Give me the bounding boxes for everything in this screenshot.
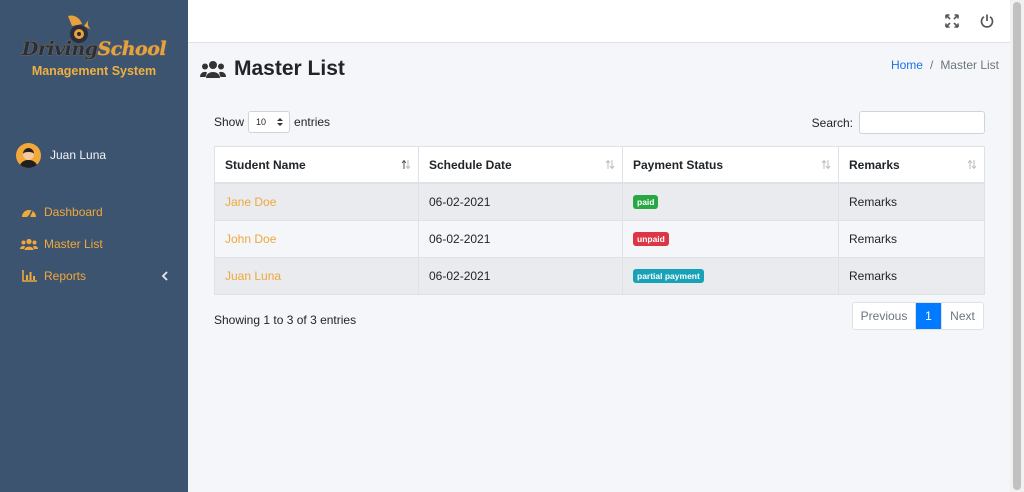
column-header-label: Payment Status [633, 157, 724, 172]
brand-logo-block[interactable]: DrivingSchool Management System [0, 8, 188, 88]
breadcrumb: Home / Master List [891, 58, 999, 72]
sort-icon [821, 159, 831, 170]
breadcrumb-current: Master List [940, 58, 999, 72]
column-header-payment-status[interactable]: Payment Status [622, 147, 838, 182]
next-page-button[interactable]: Next [941, 303, 983, 329]
schedule-date-cell: 06-02-2021 [418, 221, 622, 257]
sidebar-item-label: Dashboard [44, 205, 103, 219]
student-name-link[interactable]: Juan Luna [225, 269, 281, 283]
users-icon [200, 61, 226, 78]
user-panel[interactable]: Juan Luna [16, 142, 106, 168]
master-list-table: Student Name Schedule Date Payment Statu… [214, 146, 985, 295]
user-name: Juan Luna [50, 148, 107, 162]
entries-select-value: 10 [256, 117, 267, 127]
sidebar-item-label: Reports [44, 269, 87, 283]
page-title-text: Master List [234, 57, 345, 80]
fullscreen-icon[interactable] [944, 13, 960, 29]
brand-subtitle: Management System [31, 64, 157, 78]
entries-length-control: Show 10 entries [214, 111, 330, 133]
sidebar-item-reports[interactable]: Reports [0, 260, 188, 292]
column-header-student-name[interactable]: Student Name [214, 147, 418, 182]
top-navbar [188, 0, 1010, 43]
scrollbar-thumb[interactable] [1013, 2, 1021, 490]
table-info: Showing 1 to 3 of 3 entries [214, 313, 357, 327]
sidebar: DrivingSchool Management System Juan Lun… [0, 0, 188, 492]
sort-icon [605, 159, 615, 170]
breadcrumb-home-link[interactable]: Home [891, 58, 923, 72]
column-header-label: Schedule Date [429, 157, 512, 172]
status-badge: paid [633, 195, 659, 209]
show-label: Show [214, 115, 245, 129]
student-name-cell: Juan Luna [214, 258, 418, 294]
column-header-label: Remarks [849, 157, 900, 172]
sidebar-nav: Dashboard Master List Reports [0, 196, 188, 292]
page-title: Master List [200, 54, 345, 84]
schedule-date-cell: 06-02-2021 [418, 258, 622, 294]
chevron-left-icon [161, 271, 168, 281]
sidebar-item-label: Master List [44, 237, 103, 251]
table-row: Juan Luna 06-02-2021 partial payment Rem… [214, 258, 985, 295]
student-name-link[interactable]: John Doe [225, 232, 276, 246]
entries-label: entries [294, 115, 331, 129]
column-header-remarks[interactable]: Remarks [838, 147, 985, 182]
search-input[interactable] [859, 111, 985, 134]
table-row: John Doe 06-02-2021 unpaid Remarks [214, 221, 985, 258]
student-name-link[interactable]: Jane Doe [225, 195, 276, 209]
scrollbar[interactable] [1010, 0, 1024, 492]
sidebar-item-master-list[interactable]: Master List [0, 228, 188, 260]
previous-page-button[interactable]: Previous [853, 303, 916, 329]
table-row: Jane Doe 06-02-2021 paid Remarks [214, 184, 985, 221]
chart-icon [20, 269, 38, 283]
users-icon [20, 237, 38, 251]
student-name-cell: Jane Doe [214, 184, 418, 220]
sort-icon [401, 159, 411, 170]
avatar [16, 142, 41, 168]
entries-select[interactable]: 10 [248, 111, 291, 133]
brand-title: DrivingSchool [21, 38, 167, 60]
search-label: Search: [811, 115, 853, 130]
select-arrows-icon [277, 118, 284, 126]
student-name-cell: John Doe [214, 221, 418, 257]
column-header-schedule-date[interactable]: Schedule Date [418, 147, 622, 182]
remarks-cell: Remarks [838, 258, 985, 294]
breadcrumb-separator: / [929, 58, 934, 72]
payment-status-cell: unpaid [622, 221, 838, 257]
remarks-cell: Remarks [838, 221, 985, 257]
page-1-button[interactable]: 1 [916, 303, 941, 329]
remarks-cell: Remarks [838, 184, 985, 220]
payment-status-cell: paid [622, 184, 838, 220]
sidebar-item-dashboard[interactable]: Dashboard [0, 196, 188, 228]
search-control: Search: [812, 111, 985, 134]
status-badge: unpaid [633, 232, 669, 246]
dashboard-icon [20, 205, 38, 219]
table-header-row: Student Name Schedule Date Payment Statu… [214, 146, 985, 184]
sort-icon [967, 159, 977, 170]
schedule-date-cell: 06-02-2021 [418, 184, 622, 220]
payment-status-cell: partial payment [622, 258, 838, 294]
column-header-label: Student Name [225, 157, 306, 172]
status-badge: partial payment [633, 269, 704, 283]
power-icon[interactable] [979, 13, 995, 29]
pagination: Previous 1 Next [852, 302, 984, 330]
